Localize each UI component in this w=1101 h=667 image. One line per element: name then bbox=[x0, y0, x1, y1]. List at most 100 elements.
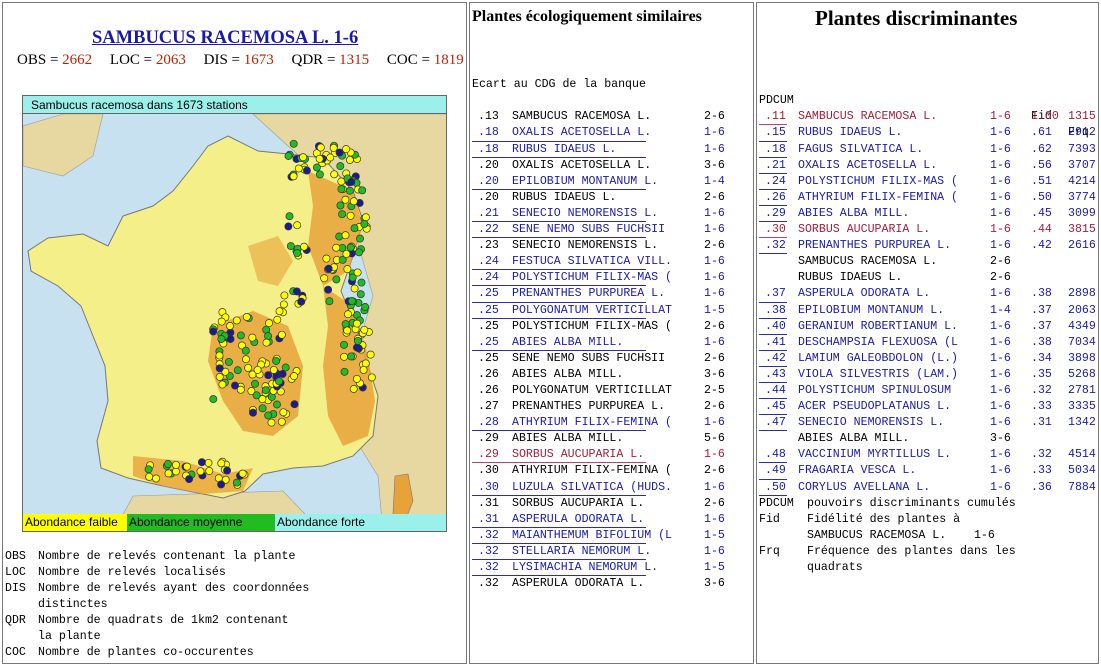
discriminant-plant-row[interactable]: .49 FRAGARIA VESCA L. 1-6 .33 5034 bbox=[759, 463, 1096, 480]
similar-plant-row[interactable]: .25 PRENANTHES PURPUREA L. 1-6 bbox=[472, 286, 725, 303]
footnote-row: SAMBUCUS RACEMOSA L. 1-6 bbox=[759, 528, 995, 544]
discriminant-plant-row[interactable]: .37 ASPERULA ODORATA L. 1-6 .38 2898 bbox=[759, 286, 1096, 303]
similar-plant-row[interactable]: .32 LYSIMACHIA NEMORUM L. 1-5 bbox=[472, 560, 725, 577]
similar-range: 1-6 bbox=[704, 255, 725, 269]
discriminant-range: 1-6 bbox=[990, 158, 1011, 172]
discriminant-name: GERANIUM ROBERTIANUM L. bbox=[798, 319, 959, 333]
station-dot bbox=[359, 365, 368, 374]
similar-range: 1-6 bbox=[704, 126, 725, 140]
similar-range: 2-5 bbox=[704, 383, 725, 397]
similar-range: 1-6 bbox=[704, 416, 725, 430]
station-dot bbox=[205, 466, 214, 475]
stat-dis: DIS = 1673 bbox=[203, 52, 274, 68]
discriminant-plant-row[interactable]: .15 RUBUS IDAEUS L. 1-6 .61 2912 bbox=[759, 125, 1096, 142]
station-dot bbox=[324, 285, 333, 294]
similar-plant-row[interactable]: .30 LUZULA SILVATICA (HUDS. 1-6 bbox=[472, 480, 725, 496]
plant-title-link[interactable]: SAMBUCUS RACEMOSA L. 1-6 bbox=[92, 28, 358, 49]
discriminant-range: 1-6 bbox=[990, 464, 1011, 478]
similar-plant-row: .20 OXALIS ACETOSELLA L. 3-6 bbox=[472, 158, 725, 174]
discriminant-range: 1-6 bbox=[990, 383, 1011, 397]
discriminant-range: 1-6 bbox=[990, 287, 1011, 301]
similar-plant-row[interactable]: .32 MAIANTHEMUM BIFOLIUM (L 1-5 bbox=[472, 528, 725, 544]
discriminant-plant-row[interactable]: .21 OXALIS ACETOSELLA L. 1-6 .56 3707 bbox=[759, 158, 1096, 174]
discriminant-plant-row[interactable]: .42 LAMIUM GALEOBDOLON (L.) 1-6 .34 3898 bbox=[759, 351, 1096, 367]
similar-plant-row[interactable]: .21 SENECIO NEMORENSIS L. 1-6 bbox=[472, 206, 725, 223]
definition-key: OBS bbox=[5, 550, 26, 563]
similar-range: 1-6 bbox=[704, 287, 725, 301]
discriminant-plant-row[interactable]: .29 ABIES ALBA MILL. 1-6 .45 3099 bbox=[759, 206, 1096, 223]
similar-range: 3-6 bbox=[704, 158, 725, 172]
station-dot bbox=[349, 385, 358, 393]
discriminant-name: POLYSTICHUM FILIX-MAS ( bbox=[798, 174, 959, 188]
similar-plant-row[interactable]: .28 ATHYRIUM FILIX-FEMINA (1-6 bbox=[472, 415, 725, 432]
discriminant-fid: .42 bbox=[1031, 239, 1052, 253]
discriminant-name: ASPERULA ODORATA L. bbox=[798, 287, 931, 301]
station-dot bbox=[335, 232, 344, 241]
discriminant-range: 2-6 bbox=[990, 255, 1011, 269]
discriminant-plant-row[interactable]: .26 ATHYRIUM FILIX-FEMINA (1-6 .50 3774 bbox=[759, 190, 1096, 206]
footnote-key: PDCUM bbox=[759, 496, 794, 510]
discriminant-name: LAMIUM GALEOBDOLON (L.) bbox=[798, 351, 959, 365]
similar-name: PRENANTHES PURPUREA L. bbox=[512, 400, 666, 414]
map-legend: Abondance faible Abondance moyenne Abond… bbox=[23, 514, 446, 531]
station-dot bbox=[172, 467, 180, 476]
discriminant-pdcum: .44 bbox=[765, 383, 786, 397]
discriminant-plant-row[interactable]: .43 VIOLA SILVESTRIS (LAM.) 1-6 .35 5268 bbox=[759, 367, 1096, 383]
similar-plant-row[interactable]: .32 STELLARIA NEMORUM L. 1-6 bbox=[472, 544, 725, 560]
similar-name: POLYSTICHUM FILIX-MAS ( bbox=[512, 319, 673, 333]
similar-plant-row[interactable]: .25 POLYGONATUM VERTICILLAT 1-5 bbox=[472, 303, 725, 319]
similar-plant-row[interactable]: .22 SENE NEMO SUBS FUCHSII 1-6 bbox=[472, 222, 725, 239]
discriminant-fid: .32 bbox=[1031, 448, 1052, 462]
discriminant-range: 1-6 bbox=[990, 480, 1011, 494]
station-dot bbox=[302, 166, 311, 175]
footnote-key: Frq bbox=[759, 544, 780, 558]
discriminant-name: ACER PSEUDOPLATANUS L. bbox=[798, 400, 952, 414]
similar-plant-row[interactable]: .18 OXALIS ACETOSELLA L. 1-6 bbox=[472, 125, 725, 142]
discriminant-fid: .33 bbox=[1031, 464, 1052, 478]
station-dot bbox=[361, 213, 370, 222]
station-dot bbox=[244, 363, 253, 372]
similar-plant-row[interactable]: .31 ASPERULA ODORATA L. 1-6 bbox=[472, 512, 725, 528]
discriminant-name: EPILOBIUM MONTANUM L. bbox=[798, 303, 945, 317]
discriminant-plant-row[interactable]: .11 SAMBUCUS RACEMOSA L. 1-6 1.00 1315 bbox=[759, 109, 1096, 126]
station-dot bbox=[215, 364, 224, 373]
station-dot bbox=[352, 374, 361, 383]
discriminant-fid: .35 bbox=[1031, 367, 1052, 381]
definition-key: COC bbox=[5, 646, 26, 659]
station-dot bbox=[341, 195, 350, 204]
similar-plant-row[interactable]: .20 EPILOBIUM MONTANUM L. 1-4 bbox=[472, 174, 725, 190]
discriminant-plant-row[interactable]: .38 EPILOBIUM MONTANUM L. 1-4 .37 2063 bbox=[759, 303, 1096, 319]
station-dot bbox=[312, 163, 321, 172]
similar-plant-row[interactable]: .18 RUBUS IDAEUS L. 1-6 bbox=[472, 142, 725, 158]
station-dot bbox=[361, 359, 370, 368]
similar-plant-row[interactable]: .29 SORBUS AUCUPARIA L. 1-6 bbox=[472, 447, 725, 464]
discriminant-pdcum: .18 bbox=[765, 142, 786, 156]
similar-ecart: .20 bbox=[478, 190, 499, 204]
similar-range: 1-4 bbox=[704, 174, 725, 188]
discriminant-plant-row[interactable]: .50 CORYLUS AVELLANA L. 1-6 .36 7884 bbox=[759, 480, 1096, 496]
discriminant-fid: 1.00 bbox=[1031, 110, 1059, 124]
similar-ecart: .31 bbox=[478, 512, 499, 526]
discriminant-plant-row[interactable]: .48 VACCINIUM MYRTILLUS L. 1-6 .32 4514 bbox=[759, 447, 1096, 464]
similar-plant-row[interactable]: .25 ABIES ALBA MILL. 1-6 bbox=[472, 335, 725, 351]
discriminant-plant-row[interactable]: .30 SORBUS AUCUPARIA L. 1-6 .44 3815 bbox=[759, 222, 1096, 239]
discriminant-plant-row[interactable]: .18 FAGUS SILVATICA L. 1-6 .62 7393 bbox=[759, 142, 1096, 158]
similar-plant-row[interactable]: .24 POLYSTICHUM FILIX-MAS (1-6 bbox=[472, 270, 725, 287]
discriminant-plant-row[interactable]: .24 POLYSTICHUM FILIX-MAS (1-6 .51 4214 bbox=[759, 174, 1096, 190]
station-dot bbox=[341, 231, 350, 240]
discriminant-plant-row[interactable]: .45 ACER PSEUDOPLATANUS L. 1-6 .33 3335 bbox=[759, 399, 1096, 416]
station-dot bbox=[286, 242, 295, 251]
discriminant-name: ABIES ALBA MILL. bbox=[798, 432, 910, 446]
discriminant-plant-row[interactable]: .41 DESCHAMPSIA FLEXUOSA (L 1-6 .38 7034 bbox=[759, 335, 1096, 351]
station-dot bbox=[152, 474, 161, 483]
discriminant-plant-row[interactable]: .47 SENECIO NEMORENSIS L. 1-6 .31 1342 bbox=[759, 415, 1096, 432]
similar-plant-row[interactable]: .24 FESTUCA SILVATICA VILL. 1-6 bbox=[472, 254, 725, 271]
discriminant-range: 1-4 bbox=[990, 303, 1011, 317]
station-dot bbox=[358, 186, 367, 195]
discriminant-plant-row[interactable]: .32 PRENANTHES PURPUREA L. 1-6 .42 2616 bbox=[759, 238, 1096, 255]
discriminant-plant-row[interactable]: .40 GERANIUM ROBERTIANUM L. 1-6 .37 4349 bbox=[759, 319, 1096, 335]
discriminant-frq: 5268 bbox=[1068, 367, 1096, 381]
similar-name: MAIANTHEMUM BIFOLIUM (L bbox=[512, 528, 673, 542]
discriminant-plant-row[interactable]: .44 POLYSTICHUM SPINULOSUM 1-6 .32 2781 bbox=[759, 383, 1096, 400]
similar-name: LYSIMACHIA NEMORUM L. bbox=[512, 561, 659, 574]
